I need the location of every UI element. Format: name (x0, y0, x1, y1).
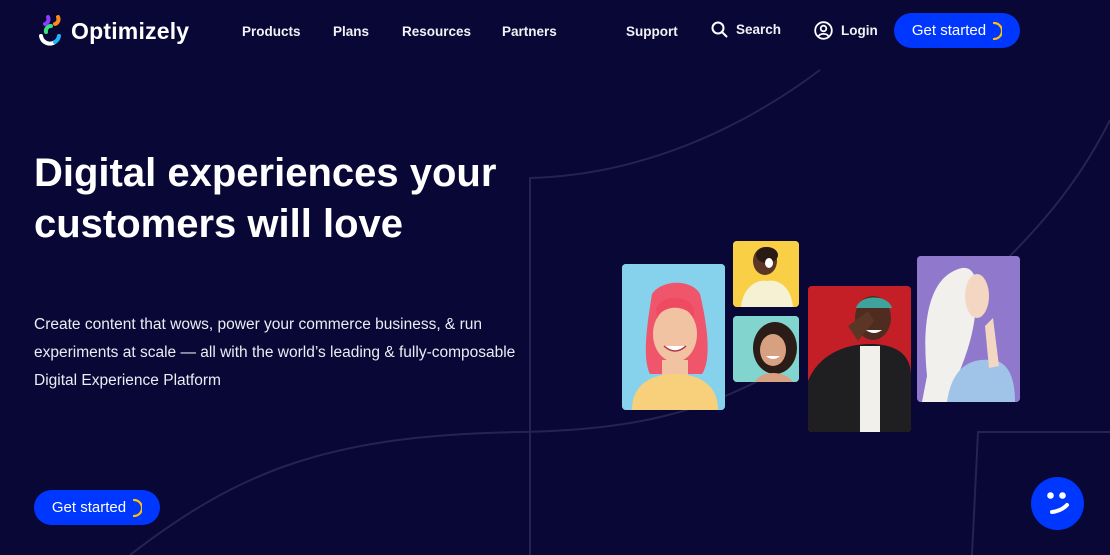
hero-title-line-2: customers will love (34, 202, 404, 246)
logo-wordmark: Optimizely (71, 17, 190, 44)
nav-login[interactable]: Login (814, 21, 878, 40)
photo-man-red (808, 286, 911, 432)
hero-get-started-button[interactable]: Get started (34, 490, 160, 525)
search-label: Search (736, 22, 782, 37)
person-illustration (733, 241, 799, 307)
chat-widget-button[interactable] (1031, 477, 1084, 530)
photo-woman-pink-hair (622, 264, 725, 410)
photo-woman-curly-hair (733, 316, 799, 382)
optimizely-logo[interactable]: Optimizely (33, 14, 189, 48)
login-label: Login (841, 23, 878, 38)
person-illustration (622, 264, 725, 410)
nav-plans[interactable]: Plans (333, 24, 369, 39)
person-illustration (733, 316, 799, 382)
person-illustration (808, 286, 911, 432)
nav-resources[interactable]: Resources (402, 24, 471, 39)
nav-search[interactable]: Search (711, 21, 781, 38)
hero-subtitle: Create content that wows, power your com… (34, 316, 516, 389)
photo-woman-yellow (733, 241, 799, 307)
get-started-label: Get started (51, 499, 127, 516)
person-illustration (917, 256, 1020, 402)
partial-ring-icon (992, 21, 1003, 40)
smiley-chat-icon (1047, 492, 1069, 514)
hero-title-line-1: Digital experiences your (34, 151, 497, 195)
partial-ring-icon (132, 498, 143, 517)
user-icon (814, 21, 833, 40)
search-icon (711, 21, 728, 38)
top-navigation: Optimizely Products Plans Resources Part… (0, 0, 1110, 62)
nav-products[interactable]: Products (242, 24, 301, 39)
nav-get-started-button[interactable]: Get started (894, 13, 1020, 48)
optimizely-logo-icon (39, 15, 61, 46)
hero-title: Digital experiences your customers will … (34, 148, 534, 250)
nav-support[interactable]: Support (626, 24, 678, 39)
nav-partners[interactable]: Partners (502, 24, 557, 39)
get-started-label: Get started (911, 22, 987, 39)
photo-woman-hijab (917, 256, 1020, 402)
